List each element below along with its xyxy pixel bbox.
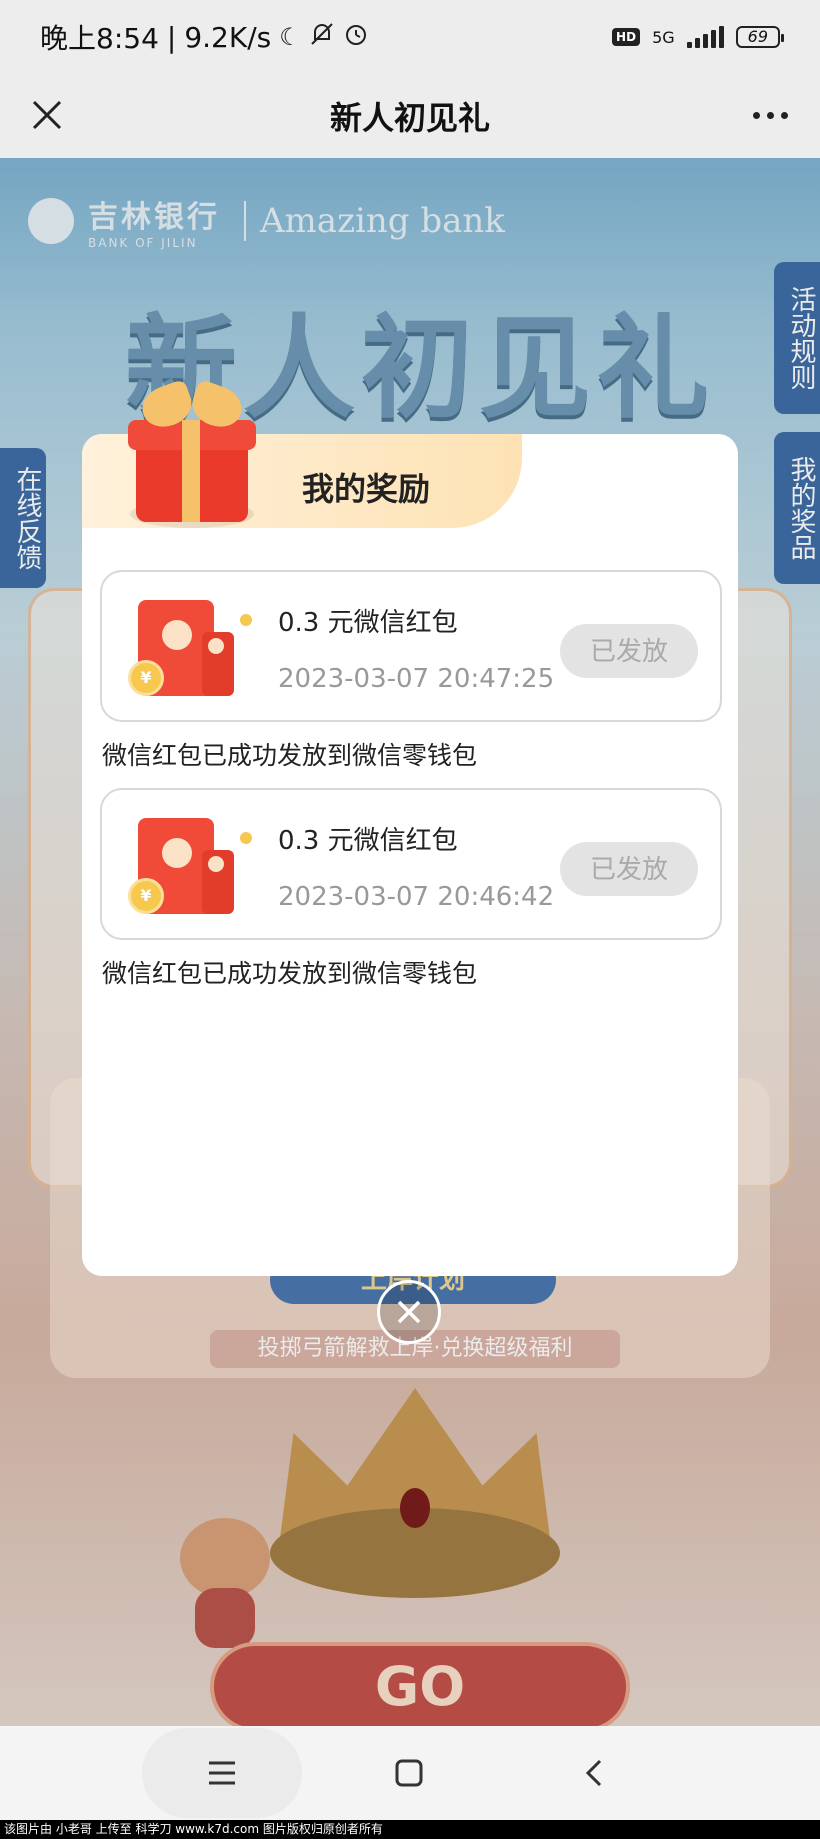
more-icon[interactable]: [742, 90, 798, 140]
mute-icon: [309, 21, 335, 53]
close-icon: [397, 1300, 421, 1324]
home-button[interactable]: [329, 1728, 489, 1818]
status-separator: |: [166, 20, 177, 54]
close-icon[interactable]: [22, 90, 72, 140]
battery-icon: 69: [735, 26, 785, 48]
signal-icon: [686, 26, 724, 48]
reward-time: 2023-03-07 20:47:25: [278, 664, 555, 694]
status-bar: 晚上8:54 | 9.2K/s ☾ HD 5G 69: [0, 0, 820, 74]
reward-note: 微信红包已成功发放到微信零钱包: [102, 959, 478, 988]
reward-card: ¥ 0.3 元微信红包 2023-03-07 20:46:42 已发放: [100, 788, 722, 940]
alarm-icon: [343, 21, 369, 53]
rewards-modal: 我的奖励 ¥ 0.3 元微信红包 2023-03-07 20:47:25 已发放…: [82, 378, 738, 1276]
reward-card: ¥ 0.3 元微信红包 2023-03-07 20:47:25 已发放: [100, 570, 722, 722]
moon-icon: ☾: [279, 23, 301, 51]
gift-icon: [122, 378, 262, 542]
page-title: 新人初见礼: [329, 99, 490, 137]
reward-name: 0.3 元微信红包: [278, 826, 458, 856]
reward-note: 微信红包已成功发放到微信零钱包: [102, 741, 478, 770]
clock: 晚上8:54: [40, 22, 159, 55]
network-type: 5G: [652, 27, 675, 47]
coin-icon: ¥: [128, 660, 164, 696]
network-speed: 9.2K/s: [184, 20, 272, 54]
menu-icon: [209, 1761, 235, 1785]
reward-name: 0.3 元微信红包: [278, 608, 458, 638]
red-envelope-icon: ¥: [126, 812, 252, 922]
home-square-icon: [395, 1759, 423, 1787]
status-left: 晚上8:54 | 9.2K/s ☾: [40, 17, 369, 57]
coin-icon: ¥: [128, 878, 164, 914]
issued-status-button: 已发放: [560, 842, 698, 896]
modal-title: 我的奖励: [302, 470, 431, 508]
red-envelope-icon: ¥: [126, 594, 252, 704]
modal-close-button[interactable]: [377, 1280, 441, 1344]
back-arrow-icon: [585, 1759, 602, 1787]
watermark-footer: 该图片由 小老哥 上传至 科学刀 www.k7d.com 图片版权归原创者所有: [0, 1820, 820, 1839]
reward-time: 2023-03-07 20:46:42: [278, 882, 555, 912]
nav-bar: 新人初见礼: [0, 74, 820, 158]
issued-status-button: 已发放: [560, 624, 698, 678]
battery-level: 69: [747, 27, 768, 46]
recent-apps-button[interactable]: [142, 1728, 302, 1818]
system-nav-bar: [0, 1726, 820, 1820]
status-right: HD 5G 69: [612, 26, 785, 48]
back-button[interactable]: [514, 1728, 674, 1818]
hd-badge: HD: [612, 28, 641, 46]
